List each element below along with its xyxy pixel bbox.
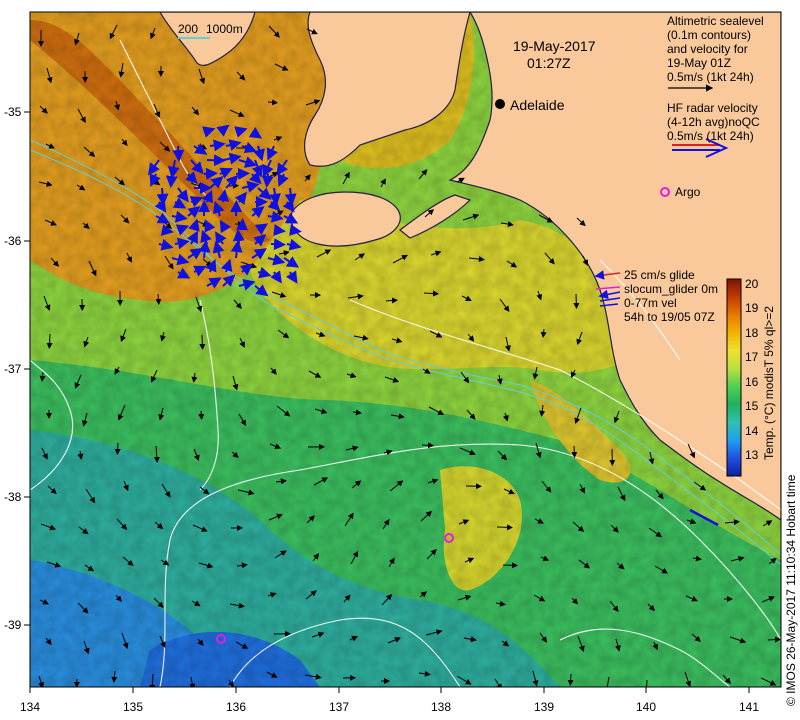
colorbar-tick: 17 [745, 350, 759, 364]
adelaide-marker[interactable] [495, 99, 505, 109]
velocity-arrow [767, 636, 781, 643]
y-tick-label: -39 [4, 618, 22, 632]
radar-arrow [273, 224, 286, 236]
depth-legend-200: 200 [178, 22, 199, 36]
colorbar-tick: 19 [745, 301, 759, 315]
colorbar-title: Temp. (°C) modisT 5% ql>=2 [762, 306, 776, 460]
y-tick-label: -36 [4, 234, 22, 248]
x-tick-label: 135 [122, 700, 144, 714]
y-tick-label: -37 [4, 362, 22, 376]
velocity-arrow [502, 562, 518, 569]
colorbar [726, 278, 742, 477]
velocity-arrow [46, 333, 53, 349]
x-tick-label: 136 [225, 700, 247, 714]
x-tick-label: 140 [635, 700, 657, 714]
x-tick-label: 138 [430, 700, 452, 714]
radar-legend: HF radar velocity (4-12h avg)noQC 0.5m/s… [667, 101, 760, 143]
radar-arrow [203, 167, 218, 180]
colorbar-tick: 18 [745, 326, 759, 340]
velocity-arrow [228, 182, 239, 189]
radar-arrow [236, 218, 248, 231]
velocity-arrow [573, 293, 580, 309]
radar-arrow [235, 167, 250, 180]
velocity-arrow [114, 442, 121, 455]
y-tick-label: -38 [4, 490, 22, 504]
radar-arrow [172, 145, 185, 162]
velocity-arrow [571, 445, 578, 458]
sealevel-legend: Altimetric sealevel (0.1m contours) and … [667, 14, 764, 84]
radar-arrow [261, 173, 274, 188]
argo-legend-label: Argo [675, 185, 701, 199]
adelaide-label: Adelaide [510, 97, 565, 113]
velocity-arrow [567, 673, 574, 686]
x-tick-label: 137 [328, 700, 350, 714]
x-tick-label: 134 [19, 700, 41, 714]
radar-arrow [156, 187, 169, 206]
colorbar-tick: 14 [745, 424, 759, 438]
credit-text: © IMOS 26-May-2017 11:10:34 Hobart time [784, 474, 798, 706]
x-tick-label: 139 [533, 700, 555, 714]
velocity-arrow [198, 410, 205, 420]
radar-arrow [232, 229, 245, 245]
x-axis-ticks [29, 687, 750, 693]
map-date: 19-May-2017 [513, 38, 596, 54]
map-time: 01:27Z [527, 55, 571, 71]
radar-arrow [270, 238, 286, 251]
colorbar-tick: 13 [745, 448, 759, 462]
glider-legend: 25 cm/s glide slocum_glider 0m 0-77m vel… [624, 268, 719, 324]
velocity-arrow [199, 334, 206, 350]
radar-arrow [165, 173, 178, 188]
velocity-arrow [496, 524, 513, 531]
x-tick-label: 141 [738, 700, 760, 714]
colorbar-tick: 20 [745, 277, 759, 291]
colorbar-tick: 15 [745, 399, 759, 413]
colorbar-tick: 16 [745, 375, 759, 389]
velocity-arrow [421, 442, 434, 449]
y-tick-label: -35 [4, 105, 22, 119]
radar-arrow [206, 154, 226, 167]
depth-legend-1000: 1000m [206, 22, 243, 36]
